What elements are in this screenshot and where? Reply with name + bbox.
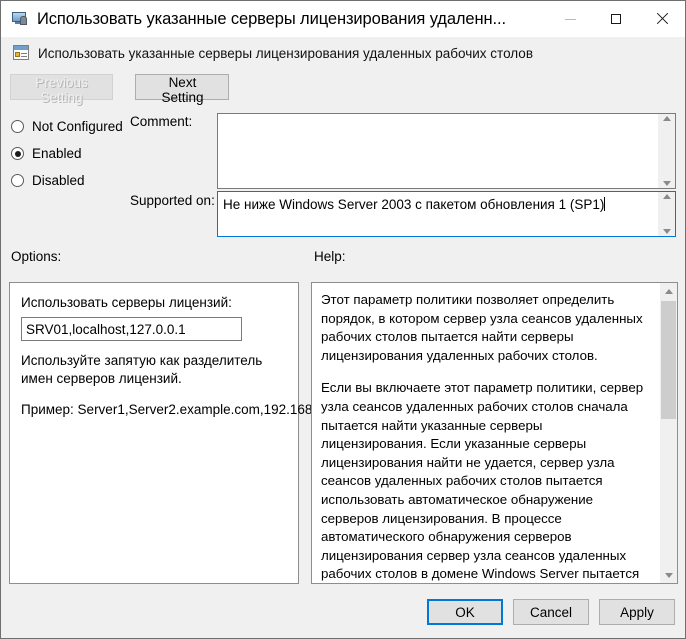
scroll-down-button[interactable]	[660, 567, 677, 583]
help-scrollbar[interactable]	[659, 283, 677, 583]
scroll-up-icon[interactable]	[662, 194, 671, 199]
license-servers-note: Используйте запятую как разделитель имен…	[21, 353, 263, 386]
footer-buttons: OK Cancel Apply	[417, 599, 675, 625]
radio-label-disabled: Disabled	[32, 173, 85, 188]
radio-circle-icon	[11, 174, 24, 187]
comment-value	[218, 114, 658, 188]
close-icon	[656, 13, 668, 25]
help-panel: Этот параметр политики позволяет определ…	[311, 282, 678, 584]
supported-on-textarea[interactable]: Не ниже Windows Server 2003 с пакетом об…	[217, 191, 676, 237]
scroll-down-icon[interactable]	[662, 181, 671, 186]
radio-not-configured[interactable]: Not Configured	[11, 113, 131, 140]
supported-on-scrollbar[interactable]	[658, 192, 675, 236]
help-paragraph: Этот параметр политики позволяет определ…	[321, 292, 643, 363]
window-controls	[547, 1, 685, 37]
setting-header: Использовать указанные серверы лицензиро…	[2, 37, 685, 69]
policy-state-radio-group: Not Configured Enabled Disabled	[11, 113, 131, 194]
dialog-footer: OK Cancel Apply	[2, 585, 685, 638]
radio-circle-selected-icon	[11, 147, 24, 160]
help-header: Help:	[314, 249, 346, 264]
comment-label: Comment:	[130, 114, 193, 129]
cancel-button[interactable]: Cancel	[513, 599, 589, 625]
title-bar: Использовать указанные серверы лицензиро…	[1, 1, 685, 37]
scroll-up-button[interactable]	[660, 283, 677, 299]
comment-textarea[interactable]	[217, 113, 676, 189]
scroll-up-icon	[664, 288, 673, 294]
maximize-icon	[611, 14, 621, 24]
remote-desktop-monitor-icon	[11, 10, 29, 28]
group-policy-setting-icon	[13, 45, 29, 61]
comment-scrollbar[interactable]	[658, 114, 675, 188]
license-servers-label: Использовать серверы лицензий:	[21, 295, 232, 310]
next-setting-button[interactable]: Next Setting	[135, 74, 230, 105]
options-header: Options:	[11, 249, 62, 264]
previous-setting-button[interactable]: Previous Setting	[10, 74, 113, 105]
maximize-button[interactable]	[593, 1, 639, 37]
scrollbar-thumb[interactable]	[661, 301, 676, 419]
scroll-down-icon[interactable]	[662, 229, 671, 234]
radio-label-not-configured: Not Configured	[32, 119, 123, 134]
scroll-down-icon	[664, 572, 673, 578]
window-title: Использовать указанные серверы лицензиро…	[37, 9, 506, 28]
supported-on-label: Supported on:	[130, 193, 215, 208]
radio-label-enabled: Enabled	[32, 146, 82, 161]
policy-setting-dialog: Использовать указанные серверы лицензиро…	[0, 0, 686, 639]
options-panel: Использовать серверы лицензий: Используй…	[9, 282, 335, 584]
radio-circle-icon	[11, 120, 24, 133]
license-servers-example: Пример: Server1,Server2.example.com,192.…	[21, 402, 335, 417]
setting-title: Использовать указанные серверы лицензиро…	[38, 45, 533, 61]
help-paragraph: Если вы включаете этот параметр политики…	[321, 380, 644, 582]
radio-enabled[interactable]: Enabled	[11, 140, 131, 167]
supported-on-value: Не ниже Windows Server 2003 с пакетом об…	[223, 197, 606, 212]
license-servers-input[interactable]	[21, 317, 242, 341]
radio-disabled[interactable]: Disabled	[11, 167, 131, 194]
scroll-up-icon[interactable]	[662, 116, 671, 121]
navigation-buttons: Previous Setting Next Setting	[10, 74, 230, 107]
minimize-icon	[564, 18, 576, 20]
ok-button[interactable]: OK	[427, 599, 503, 625]
help-text-content: Этот параметр политики позволяет определ…	[312, 283, 659, 583]
close-button[interactable]	[639, 1, 685, 37]
text-caret	[604, 197, 606, 211]
minimize-button[interactable]	[547, 1, 593, 37]
apply-button[interactable]: Apply	[599, 599, 675, 625]
